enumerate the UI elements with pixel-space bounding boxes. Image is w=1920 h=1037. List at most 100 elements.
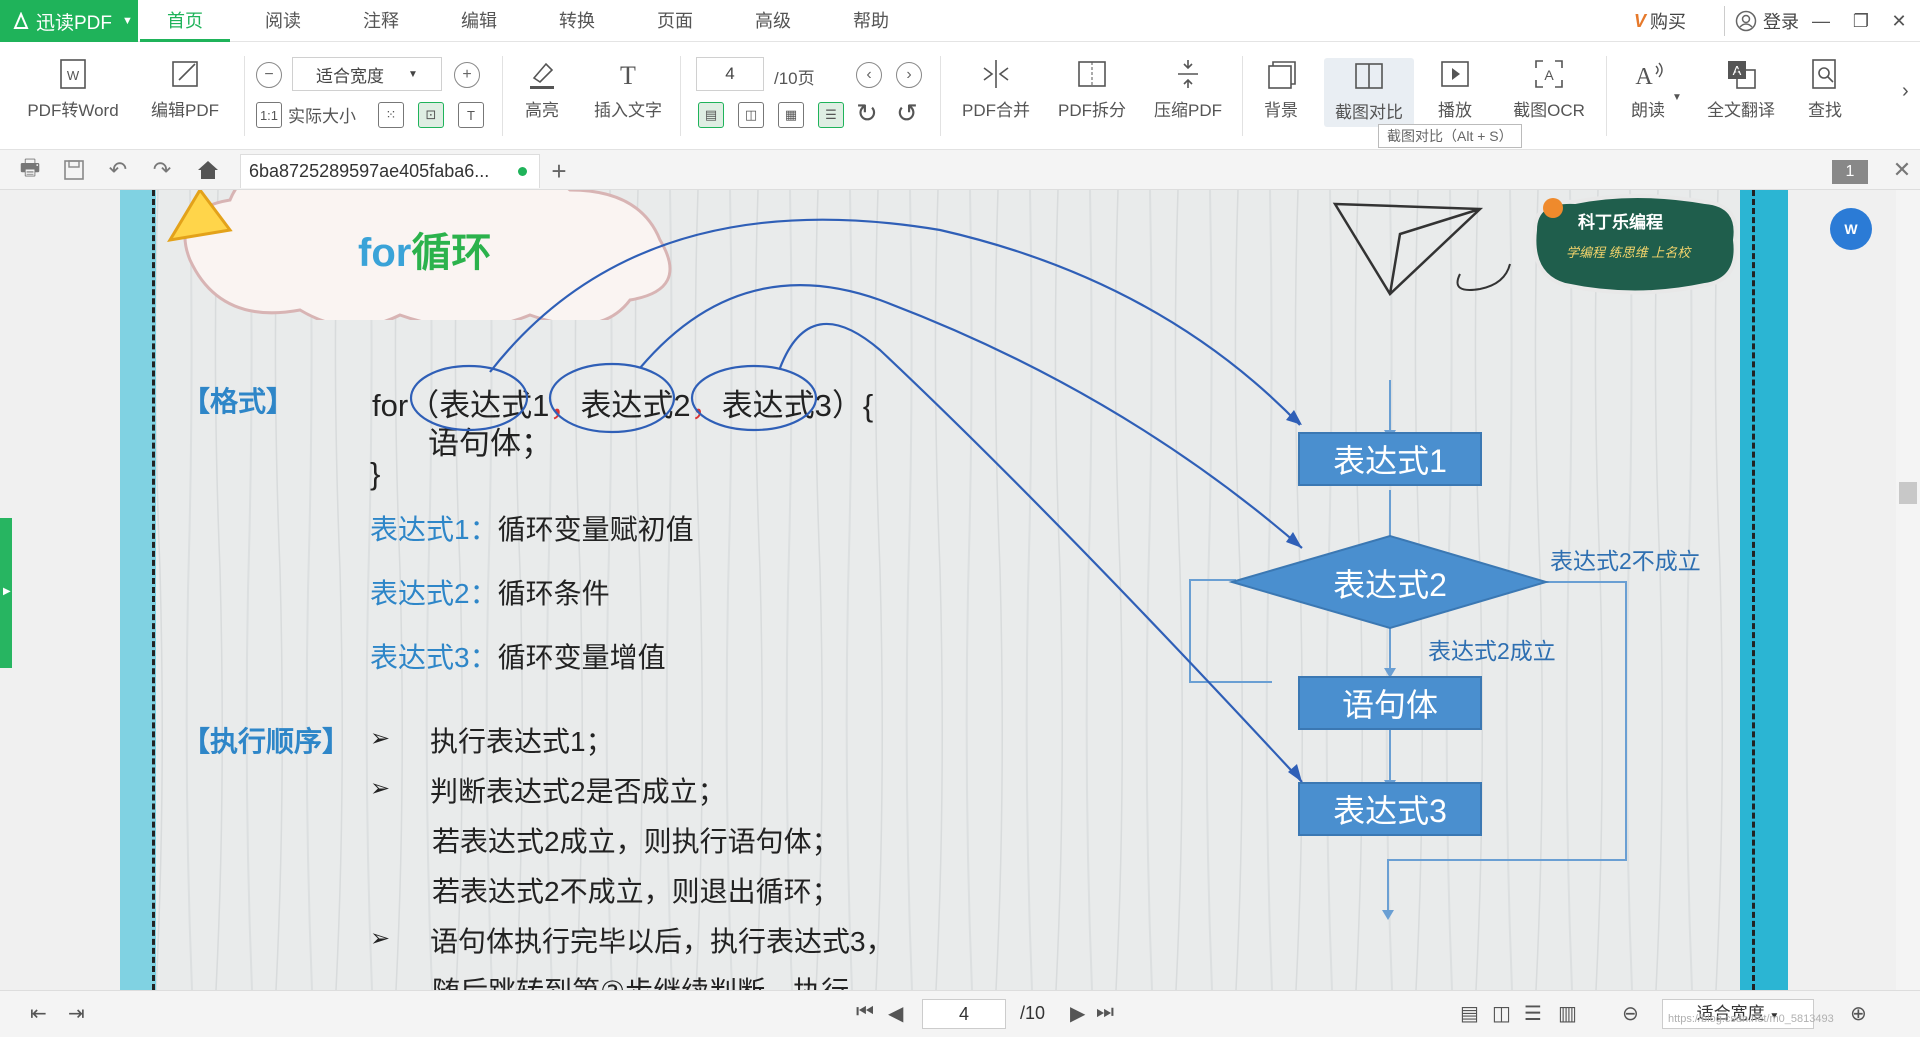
tab-help[interactable]: 帮助 — [826, 0, 916, 42]
toolbar-divider — [1242, 56, 1243, 136]
continuous-view-icon[interactable]: ☰ — [1524, 1001, 1542, 1026]
toolbar-divider — [244, 56, 245, 136]
select-text-icon[interactable]: T — [458, 102, 484, 128]
read-aloud-dropdown-icon[interactable]: ▼ — [1672, 92, 1682, 103]
vip-label: 购买 — [1650, 12, 1687, 32]
login-button[interactable]: 登录 — [1724, 6, 1799, 36]
compress-pdf-button[interactable]: 压缩PDF — [1148, 56, 1228, 121]
tab-read[interactable]: 阅读 — [238, 0, 328, 42]
first-page-icon[interactable]: ⏮ — [856, 1001, 874, 1024]
next-page-icon[interactable]: ▶ — [1070, 1001, 1085, 1026]
last-page-icon[interactable]: ⏭ — [1096, 1001, 1114, 1024]
single-page-icon[interactable]: ▤ — [698, 102, 724, 128]
collapse-left-icon[interactable]: ⇤ — [30, 1001, 47, 1026]
prev-page-icon[interactable]: ‹ — [856, 62, 882, 88]
single-page-view-icon[interactable]: ▤ — [1460, 1001, 1479, 1026]
page-number-input[interactable]: 4 — [696, 57, 764, 91]
document-tab[interactable]: 6ba8725289597ae405faba6... — [240, 154, 540, 188]
toolbar-divider — [502, 56, 503, 136]
insert-text-label: 插入文字 — [594, 101, 662, 120]
compare-tooltip: 截图对比（Alt + S） — [1378, 124, 1522, 148]
sidebar-toggle[interactable]: ▶ — [0, 518, 12, 668]
prev-page-icon[interactable]: ◀ — [888, 1001, 903, 1026]
read-aloud-label: 朗读 — [1631, 101, 1665, 120]
page-count-badge: 1 — [1832, 160, 1868, 184]
screenshot-ocr-button[interactable]: A 截图OCR — [1504, 56, 1594, 121]
print-icon[interactable]: 🖶 — [16, 155, 44, 184]
svg-text:T: T — [620, 61, 636, 90]
rotate-left-icon[interactable]: ↺ — [896, 98, 918, 129]
document-workspace[interactable]: ▶ for循环 科丁乐编程 学编程 练思维 上名校 【格式】 for（表达式1，… — [0, 190, 1920, 990]
double-page-view-icon[interactable]: ◫ — [1492, 1001, 1511, 1026]
tab-edit[interactable]: 编辑 — [434, 0, 524, 42]
minimize-icon[interactable]: — — [1806, 6, 1836, 36]
tab-page[interactable]: 页面 — [630, 0, 720, 42]
status-bar: ⇤ ⇥ ⏮ ◀ 4 /10 ▶ ⏭ ▤ ◫ ☰ ▥ ⊖ 适合宽度 ▼ https… — [0, 990, 1920, 1037]
pdf-to-word-button[interactable]: W PDF转Word — [18, 56, 128, 121]
highlight-button[interactable]: 高亮 — [514, 56, 570, 121]
translate-icon: A — [1728, 61, 1756, 89]
document-tab-bar: 🖶 ↶ ↷ 6ba8725289597ae405faba6... + 1 ✕ — [0, 150, 1920, 190]
zoom-in-icon[interactable]: ⊕ — [1850, 1001, 1867, 1026]
play-button[interactable]: 播放 — [1430, 56, 1480, 121]
close-icon[interactable]: ✕ — [1884, 6, 1914, 36]
screenshot-ocr-label: 截图OCR — [1513, 101, 1585, 120]
zoom-out-icon[interactable]: − — [256, 62, 282, 88]
status-page-total: /10 — [1020, 1003, 1046, 1023]
insert-text-button[interactable]: T 插入文字 — [588, 56, 668, 121]
flow-note-false: 表达式2不成立 — [1550, 548, 1701, 574]
actual-size-icon[interactable]: 1:1 — [256, 102, 282, 128]
book-view-icon[interactable]: ▥ — [1558, 1001, 1577, 1026]
redo-icon[interactable]: ↷ — [148, 156, 176, 184]
fit-page-icon[interactable]: ⁙ — [378, 102, 404, 128]
pdf-merge-button[interactable]: PDF合并 — [956, 56, 1036, 121]
zoom-mode-value: 适合宽度 — [316, 66, 385, 86]
app-name: 迅读PDF — [36, 12, 113, 34]
read-aloud-button[interactable]: A 朗读 — [1618, 56, 1678, 121]
vip-buy-button[interactable]: V 购买 — [1634, 6, 1686, 36]
login-label: 登录 — [1763, 12, 1799, 32]
compress-icon — [1178, 60, 1198, 88]
find-button[interactable]: 查找 — [1800, 56, 1850, 121]
logo-icon — [13, 12, 29, 29]
rotate-right-icon[interactable]: ↻ — [856, 98, 878, 129]
zoom-mode-select[interactable]: 适合宽度 ▼ — [292, 57, 442, 91]
vertical-scrollbar[interactable] — [1896, 190, 1920, 990]
grid-view-icon[interactable]: ▦ — [778, 102, 804, 128]
highlight-icon — [530, 62, 554, 89]
save-icon[interactable] — [60, 156, 88, 184]
compare-button[interactable]: 截图对比 — [1324, 58, 1414, 127]
scrollbar-thumb[interactable] — [1899, 482, 1917, 504]
tab-convert[interactable]: 转换 — [532, 0, 622, 42]
toolbar-scroll-right-icon[interactable]: › — [1902, 80, 1909, 103]
new-tab-button[interactable]: + — [545, 156, 573, 187]
edit-icon — [172, 61, 198, 87]
read-aloud-icon: A — [1635, 62, 1663, 90]
full-translate-button[interactable]: A 全文翻译 — [1696, 56, 1786, 121]
actual-size-button[interactable]: 实际大小 — [288, 102, 356, 127]
tab-annotate[interactable]: 注释 — [336, 0, 426, 42]
edit-pdf-button[interactable]: 编辑PDF — [140, 56, 230, 121]
zoom-in-icon[interactable]: + — [454, 62, 480, 88]
status-page-input[interactable]: 4 — [922, 999, 1006, 1029]
tab-home[interactable]: 首页 — [140, 0, 230, 42]
pdf-to-word-label: PDF转Word — [27, 101, 119, 120]
expand-right-icon[interactable]: ⇥ — [68, 1001, 85, 1026]
next-page-icon[interactable]: › — [896, 62, 922, 88]
undo-icon[interactable]: ↶ — [104, 156, 132, 184]
restore-icon[interactable]: ❐ — [1846, 6, 1876, 36]
home-icon[interactable] — [194, 156, 222, 184]
zoom-out-icon[interactable]: ⊖ — [1622, 1001, 1639, 1026]
app-logo-menu[interactable]: 迅读PDF ▼ — [0, 0, 138, 42]
pdf-split-button[interactable]: PDF拆分 — [1052, 56, 1132, 121]
merge-icon — [983, 60, 1009, 88]
background-button[interactable]: 背景 — [1256, 56, 1306, 121]
vip-icon: V — [1634, 10, 1647, 31]
two-page-icon[interactable]: ◫ — [738, 102, 764, 128]
fit-width-icon[interactable]: ⊡ — [418, 102, 444, 128]
page-number-value: 4 — [725, 64, 735, 83]
floating-word-icon[interactable]: W — [1830, 208, 1872, 250]
continuous-view-icon[interactable]: ☰ — [818, 102, 844, 128]
tab-advanced[interactable]: 高级 — [728, 0, 818, 42]
close-tab-icon[interactable]: ✕ — [1888, 156, 1916, 184]
